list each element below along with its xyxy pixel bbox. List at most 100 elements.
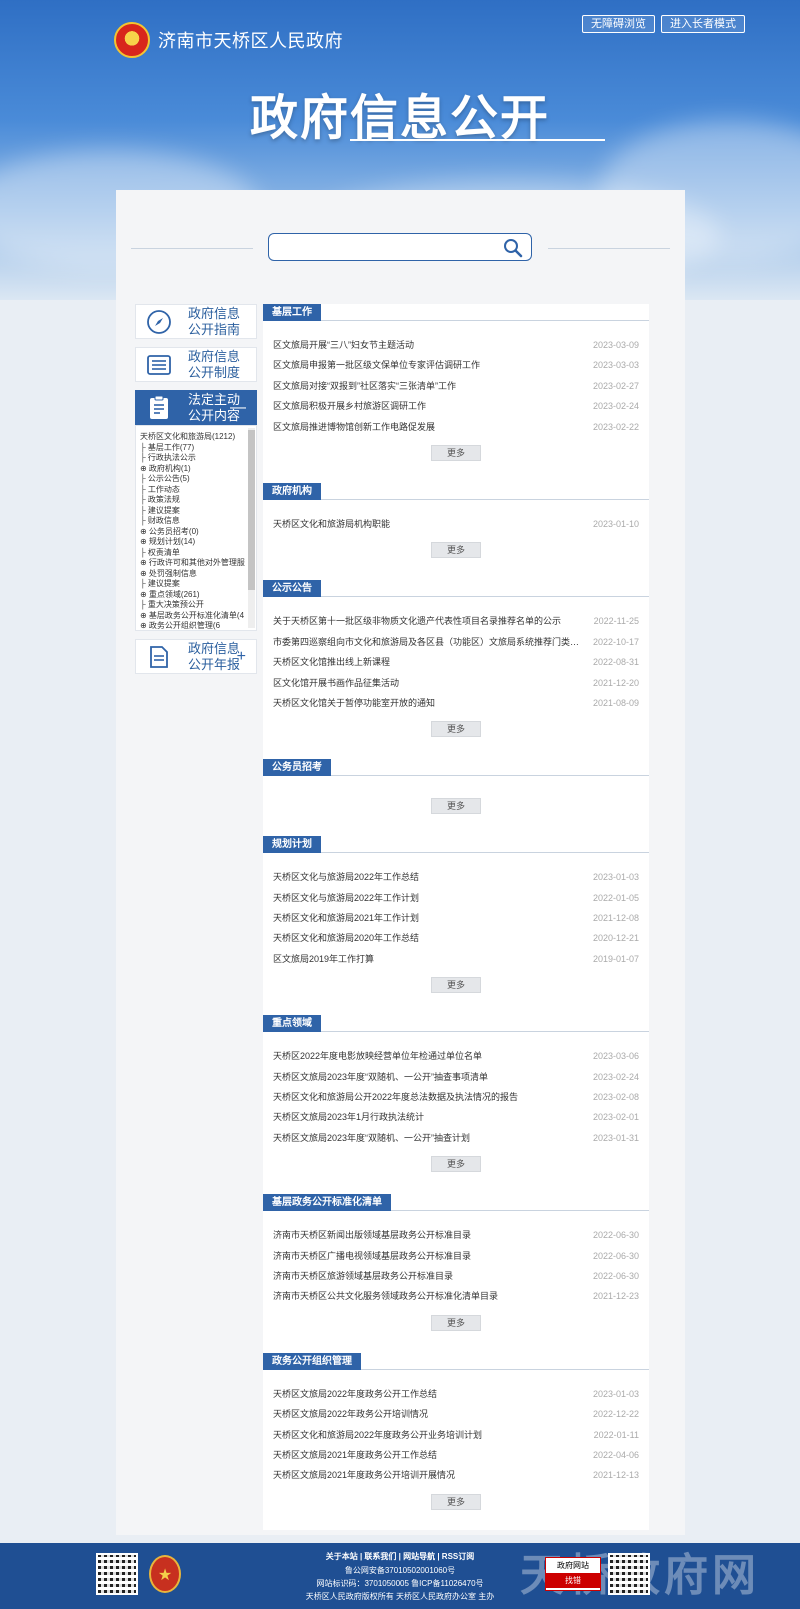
tree-node[interactable]: ├ 公示公告(5)	[140, 474, 256, 485]
list-item[interactable]: 天桥区文化馆关于暂停功能室开放的通知 2021-08-09	[273, 693, 639, 713]
more-button[interactable]: 更多	[431, 444, 481, 461]
item-title[interactable]: 天桥区文旅局2021年度政务公开培训开展情况	[273, 1465, 455, 1485]
section-title[interactable]: 重点领域	[263, 1015, 321, 1033]
list-item[interactable]: 济南市天桥区公共文化服务领域政务公开标准化清单目录 2021-12-23	[273, 1286, 639, 1306]
scrollbar-thumb[interactable]	[248, 430, 255, 590]
item-title[interactable]: 天桥区文化和旅游局2022年度政务公开业务培训计划	[273, 1425, 482, 1445]
item-title[interactable]: 天桥区文旅局2021年度政务公开工作总结	[273, 1445, 437, 1465]
list-item[interactable]: 天桥区文旅局2023年1月行政执法统计 2023-02-01	[273, 1107, 639, 1127]
tree-node[interactable]: ⊕ 政务公开组织管理(6	[140, 621, 256, 630]
list-item[interactable]: 区文化馆开展书画作品征集活动 2021-12-20	[273, 673, 639, 693]
more-button[interactable]: 更多	[431, 1314, 481, 1331]
list-item[interactable]: 济南市天桥区旅游领域基层政务公开标准目录 2022-06-30	[273, 1266, 639, 1286]
item-title[interactable]: 天桥区文化与旅游局2022年工作总结	[273, 867, 419, 887]
list-item[interactable]: 天桥区文化和旅游局公开2022年度总法数据及执法情况的报告 2023-02-08	[273, 1087, 639, 1107]
elder-mode-button[interactable]: 进入长者模式	[661, 15, 745, 33]
tree-node[interactable]: ├ 基层工作(77)	[140, 443, 256, 454]
item-title[interactable]: 天桥区文旅局2023年度“双随机、一公开”抽查事项清单	[273, 1067, 488, 1087]
site-logo[interactable]: 济南市天桥区人民政府	[114, 22, 343, 58]
tree-node[interactable]: ├ 建议提案	[140, 579, 256, 590]
search-icon[interactable]	[503, 238, 523, 258]
more-button[interactable]: 更多	[431, 1156, 481, 1173]
collapse-icon[interactable]: —	[230, 399, 246, 417]
more-button[interactable]: 更多	[431, 542, 481, 559]
sidebar-item-annual-report[interactable]: 政府信息公开年报 +	[135, 639, 257, 674]
list-item[interactable]: 天桥区文旅局2021年度政务公开工作总结 2022-04-06	[273, 1445, 639, 1465]
item-title[interactable]: 天桥区文化和旅游局2021年工作计划	[273, 908, 419, 928]
item-title[interactable]: 天桥区文旅局2022年度政务公开工作总结	[273, 1384, 437, 1404]
search-input[interactable]	[268, 233, 532, 261]
list-item[interactable]: 市委第四巡察组向市文化和旅游局及各区县（功能区）文旅局系统推荐门类组织... 20…	[273, 632, 639, 652]
item-title[interactable]: 济南市天桥区新闻出版领域基层政务公开标准目录	[273, 1225, 471, 1245]
tree-node[interactable]: ⊕ 政府机构(1)	[140, 464, 256, 475]
list-item[interactable]: 天桥区文化与旅游局2022年工作计划 2022-01-05	[273, 888, 639, 908]
list-item[interactable]: 天桥区文化馆推出线上新课程 2022-08-31	[273, 652, 639, 672]
item-title[interactable]: 济南市天桥区旅游领域基层政务公开标准目录	[273, 1266, 453, 1286]
more-button[interactable]: 更多	[431, 798, 481, 815]
more-button[interactable]: 更多	[431, 721, 481, 738]
item-title[interactable]: 关于天桥区第十一批区级非物质文化遗产代表性项目名录推荐名单的公示	[273, 611, 561, 631]
tree-node[interactable]: ├ 政策法规	[140, 495, 256, 506]
item-title[interactable]: 天桥区2022年度电影放映经营单位年检通过单位名单	[273, 1046, 482, 1066]
item-title[interactable]: 区文化馆开展书画作品征集活动	[273, 673, 399, 693]
sidebar-item-guide[interactable]: 政府信息公开指南	[135, 304, 257, 339]
list-item[interactable]: 天桥区文旅局2023年度“双随机、一公开”抽查计划 2023-01-31	[273, 1128, 639, 1148]
item-title[interactable]: 济南市天桥区广播电视领域基层政务公开标准目录	[273, 1246, 471, 1266]
section-title[interactable]: 规划计划	[263, 836, 321, 854]
tree-node[interactable]: ├ 重大决策预公开	[140, 600, 256, 611]
list-item[interactable]: 区文旅局积极开展乡村旅游区调研工作 2023-02-24	[273, 396, 639, 416]
section-title[interactable]: 政府机构	[263, 482, 321, 500]
list-item[interactable]: 区文旅局申报第一批区级文保单位专家评估调研工作 2023-03-03	[273, 355, 639, 375]
tree-node[interactable]: ⊕ 基层政务公开标准化清单(4	[140, 611, 256, 622]
item-title[interactable]: 区文旅局2019年工作打算	[273, 949, 374, 969]
item-title[interactable]: 天桥区文化与旅游局2022年工作计划	[273, 888, 419, 908]
item-title[interactable]: 天桥区文化和旅游局公开2022年度总法数据及执法情况的报告	[273, 1087, 518, 1107]
tree-node[interactable]: ⊕ 重点领域(261)	[140, 590, 256, 601]
tree-node[interactable]: ⊕ 处罚强制信息	[140, 569, 256, 580]
item-title[interactable]: 天桥区文旅局2022年政务公开培训情况	[273, 1404, 428, 1424]
tree-node[interactable]: ├ 行政执法公示	[140, 453, 256, 464]
item-title[interactable]: 区文旅局积极开展乡村旅游区调研工作	[273, 396, 426, 416]
item-title[interactable]: 济南市天桥区公共文化服务领域政务公开标准化清单目录	[273, 1286, 498, 1306]
section-title[interactable]: 基层政务公开标准化清单	[263, 1194, 391, 1212]
tree-node[interactable]: ├ 财政信息	[140, 516, 256, 527]
expand-icon[interactable]: +	[237, 648, 246, 666]
list-item[interactable]: 区文旅局开展“三八”妇女节主题活动 2023-03-09	[273, 335, 639, 355]
list-item[interactable]: 区文旅局对接“双报到”社区落实“三张清单”工作 2023-02-27	[273, 376, 639, 396]
list-item[interactable]: 区文旅局推进博物馆创新工作电路促发展 2023-02-22	[273, 417, 639, 437]
tree-node[interactable]: 天桥区文化和旅游局(1212)	[140, 432, 256, 443]
item-title[interactable]: 天桥区文化馆关于暂停功能室开放的通知	[273, 693, 435, 713]
accessible-mode-button[interactable]: 无障碍浏览	[582, 15, 655, 33]
list-item[interactable]: 区文旅局2019年工作打算 2019-01-07	[273, 949, 639, 969]
list-item[interactable]: 关于天桥区第十一批区级非物质文化遗产代表性项目名录推荐名单的公示 2022-11-…	[273, 611, 639, 631]
list-item[interactable]: 天桥区文化和旅游局2022年度政务公开业务培训计划 2022-01-11	[273, 1425, 639, 1445]
section-title[interactable]: 基层工作	[263, 304, 321, 321]
list-item[interactable]: 天桥区文旅局2022年政务公开培训情况 2022-12-22	[273, 1404, 639, 1424]
item-title[interactable]: 区文旅局对接“双报到”社区落实“三张清单”工作	[273, 376, 456, 396]
item-title[interactable]: 区文旅局申报第一批区级文保单位专家评估调研工作	[273, 355, 480, 375]
tree-node[interactable]: ├ 工作动态	[140, 485, 256, 496]
list-item[interactable]: 天桥区文化和旅游局机构职能 2023-01-10	[273, 514, 639, 534]
list-item[interactable]: 天桥区文化与旅游局2022年工作总结 2023-01-03	[273, 867, 639, 887]
sidebar-item-statutory[interactable]: 法定主动公开内容 —	[135, 390, 257, 425]
item-title[interactable]: 天桥区文旅局2023年1月行政执法统计	[273, 1107, 424, 1127]
item-title[interactable]: 市委第四巡察组向市文化和旅游局及各区县（功能区）文旅局系统推荐门类组织...	[273, 632, 583, 652]
sidebar-item-system[interactable]: 政府信息公开制度	[135, 347, 257, 382]
report-error-button[interactable]: 政府网站 找错	[545, 1557, 601, 1591]
item-title[interactable]: 区文旅局推进博物馆创新工作电路促发展	[273, 417, 435, 437]
list-item[interactable]: 济南市天桥区新闻出版领域基层政务公开标准目录 2022-06-30	[273, 1225, 639, 1245]
list-item[interactable]: 天桥区文旅局2021年度政务公开培训开展情况 2021-12-13	[273, 1465, 639, 1485]
item-title[interactable]: 天桥区文化馆推出线上新课程	[273, 652, 390, 672]
item-title[interactable]: 区文旅局开展“三八”妇女节主题活动	[273, 335, 414, 355]
section-title[interactable]: 政务公开组织管理	[263, 1352, 361, 1370]
tree-node[interactable]: ├ 建议提案	[140, 506, 256, 517]
tree-node[interactable]: ⊕ 行政许可和其他对外管理服	[140, 558, 256, 569]
list-item[interactable]: 天桥区文旅局2022年度政务公开工作总结 2023-01-03	[273, 1384, 639, 1404]
list-item[interactable]: 天桥区文化和旅游局2020年工作总结 2020-12-21	[273, 928, 639, 948]
more-button[interactable]: 更多	[431, 1493, 481, 1510]
list-item[interactable]: 天桥区2022年度电影放映经营单位年检通过单位名单 2023-03-06	[273, 1046, 639, 1066]
item-title[interactable]: 天桥区文化和旅游局2020年工作总结	[273, 928, 419, 948]
tree-node[interactable]: ⊕ 规划计划(14)	[140, 537, 256, 548]
list-item[interactable]: 济南市天桥区广播电视领域基层政务公开标准目录 2022-06-30	[273, 1246, 639, 1266]
list-item[interactable]: 天桥区文化和旅游局2021年工作计划 2021-12-08	[273, 908, 639, 928]
